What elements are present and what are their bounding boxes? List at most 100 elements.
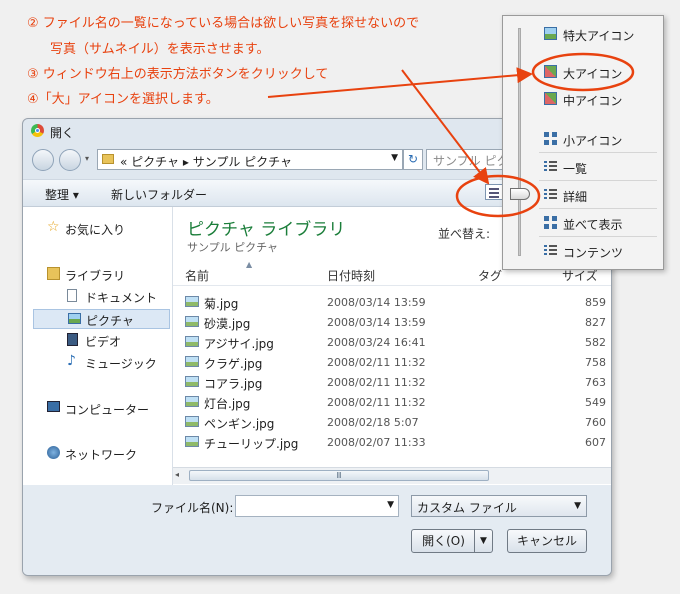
document-icon <box>67 289 77 302</box>
library-subtitle: サンプル ピクチャ <box>187 241 279 254</box>
address-bar[interactable]: « ピクチャ ▸ サンプル ピクチャ ▼ <box>97 149 403 170</box>
file-date: 2008/03/14 13:59 <box>327 296 426 309</box>
file-row[interactable]: アジサイ.jpg 2008/03/24 16:41 582 <box>185 332 611 352</box>
new-folder-button[interactable]: 新しいフォルダー <box>111 186 207 203</box>
view-menu: 特大アイコン 大アイコン 中アイコン 小アイコン 一覧 詳細 並べて表示 コンテ… <box>502 15 664 270</box>
image-file-icon <box>185 416 199 427</box>
nav-item-favorites[interactable]: ☆ お気に入り <box>33 219 170 239</box>
nav-item-pictures[interactable]: ピクチャ <box>33 309 170 329</box>
open-button-label: 開く(O) <box>422 534 465 548</box>
network-icon <box>47 446 60 459</box>
file-row[interactable]: クラゲ.jpg 2008/02/11 11:32 758 <box>185 352 611 372</box>
back-button[interactable] <box>32 149 54 171</box>
file-name: アジサイ.jpg <box>204 337 274 351</box>
file-size: 582 <box>585 336 606 349</box>
file-name: チューリップ.jpg <box>204 437 299 451</box>
file-row[interactable]: 菊.jpg 2008/03/14 13:59 859 <box>185 292 611 312</box>
file-row[interactable]: コアラ.jpg 2008/02/11 11:32 763 <box>185 372 611 392</box>
file-date: 2008/02/11 11:32 <box>327 356 426 369</box>
file-date: 2008/02/18 5:07 <box>327 416 419 429</box>
file-date: 2008/03/24 16:41 <box>327 336 426 349</box>
menu-item-large-icons[interactable]: 大アイコン <box>543 61 661 83</box>
address-path[interactable]: ピクチャ ▸ サンプル ピクチャ <box>131 155 292 169</box>
menu-divider <box>539 180 657 181</box>
instruction-line-4: ④「大」アイコンを選択します。 <box>27 92 219 107</box>
view-slider-thumb[interactable] <box>510 188 530 200</box>
picture-icon <box>68 313 81 324</box>
music-icon: ♪ <box>67 353 76 369</box>
filetype-select[interactable]: カスタム ファイル ▼ <box>411 495 587 517</box>
instruction-line-2: 写真（サムネイル）を表示させます。 <box>50 42 270 57</box>
sort-up-icon: ▲ <box>246 260 253 269</box>
small-icons-icon <box>544 132 557 145</box>
dialog-footer: ファイル名(N): ▼ カスタム ファイル ▼ 開く(O) ▼ キャンセル <box>23 485 611 575</box>
menu-item-small-icons[interactable]: 小アイコン <box>543 128 661 150</box>
image-file-icon <box>185 316 199 327</box>
nav-item-network[interactable]: ネットワーク <box>33 444 170 464</box>
refresh-button[interactable]: ↻ <box>403 149 423 170</box>
filetype-value: カスタム ファイル <box>417 501 517 515</box>
view-slider-track[interactable] <box>518 28 521 256</box>
nav-item-documents[interactable]: ドキュメント <box>33 287 170 307</box>
filetype-dropdown-icon: ▼ <box>574 501 581 511</box>
filename-input[interactable]: ▼ <box>235 495 399 517</box>
nav-item-music[interactable]: ♪ ミュージック <box>33 353 170 373</box>
horizontal-scrollbar[interactable]: ◂ Ⅲ <box>173 467 611 484</box>
file-date: 2008/02/11 11:32 <box>327 396 426 409</box>
file-name: コアラ.jpg <box>204 377 263 391</box>
forward-button[interactable] <box>59 149 81 171</box>
column-header-name[interactable]: 名前 <box>185 267 209 284</box>
scroll-left-icon[interactable]: ◂ <box>175 470 179 479</box>
address-overflow[interactable]: « <box>120 155 127 169</box>
filename-dropdown-icon[interactable]: ▼ <box>387 500 394 510</box>
refresh-icon: ↻ <box>407 152 419 166</box>
file-name: 砂漠.jpg <box>204 317 251 331</box>
dialog-title: 開く <box>50 126 75 140</box>
image-file-icon <box>185 296 199 307</box>
file-date: 2008/02/07 11:33 <box>327 436 426 449</box>
column-header-date[interactable]: 日付時刻 <box>327 267 375 284</box>
change-view-button[interactable] <box>485 184 503 200</box>
filename-label: ファイル名(N): <box>151 501 234 515</box>
extra-large-icons-icon <box>544 27 557 40</box>
instruction-line-3: ③ ウィンドウ右上の表示方法ボタンをクリックして <box>27 67 329 82</box>
recent-pages-chevron-icon[interactable]: ▾ <box>85 154 89 163</box>
menu-item-tiles[interactable]: 並べて表示 <box>543 212 661 234</box>
folder-icon <box>102 154 114 164</box>
image-file-icon <box>185 376 199 387</box>
menu-divider <box>539 236 657 237</box>
star-icon: ☆ <box>47 219 60 235</box>
file-date: 2008/03/14 13:59 <box>327 316 426 329</box>
nav-item-computer[interactable]: コンピューター <box>33 399 170 419</box>
content-view-icon <box>544 244 557 257</box>
file-row[interactable]: 灯台.jpg 2008/02/11 11:32 549 <box>185 392 611 412</box>
computer-icon <box>47 401 60 412</box>
file-row[interactable]: ペンギン.jpg 2008/02/18 5:07 760 <box>185 412 611 432</box>
column-header-tags[interactable]: タグ <box>478 267 502 284</box>
nav-item-libraries[interactable]: ライブラリ <box>33 265 170 285</box>
file-row[interactable]: チューリップ.jpg 2008/02/07 11:33 607 <box>185 432 611 452</box>
nav-item-videos[interactable]: ビデオ <box>33 331 170 351</box>
file-size: 607 <box>585 436 606 449</box>
file-size: 549 <box>585 396 606 409</box>
scrollbar-thumb[interactable]: Ⅲ <box>189 470 489 481</box>
menu-item-extra-large-icons[interactable]: 特大アイコン <box>543 23 661 45</box>
open-options-dropdown-icon[interactable]: ▼ <box>474 530 492 552</box>
library-title: ピクチャ ライブラリ <box>187 220 346 240</box>
menu-item-medium-icons[interactable]: 中アイコン <box>543 88 661 110</box>
navigation-pane: ☆ お気に入り ライブラリ ドキュメント ピクチャ ビデオ ♪ ミュージック コ… <box>23 207 173 485</box>
medium-icons-icon <box>544 92 557 105</box>
address-dropdown-icon[interactable]: ▼ <box>391 153 398 163</box>
menu-item-list[interactable]: 一覧 <box>543 156 661 178</box>
menu-item-details[interactable]: 詳細 <box>543 184 661 206</box>
sort-by-label[interactable]: 並べ替え: <box>438 225 490 242</box>
large-icons-icon <box>544 65 557 78</box>
organize-button[interactable]: 整理 ▾ <box>45 186 79 203</box>
chrome-app-icon <box>31 124 44 137</box>
cancel-button[interactable]: キャンセル <box>507 529 587 553</box>
file-name: 菊.jpg <box>204 297 239 311</box>
file-row[interactable]: 砂漠.jpg 2008/03/14 13:59 827 <box>185 312 611 332</box>
open-button[interactable]: 開く(O) ▼ <box>411 529 493 553</box>
file-name: 灯台.jpg <box>204 397 251 411</box>
menu-item-content[interactable]: コンテンツ <box>543 240 661 262</box>
